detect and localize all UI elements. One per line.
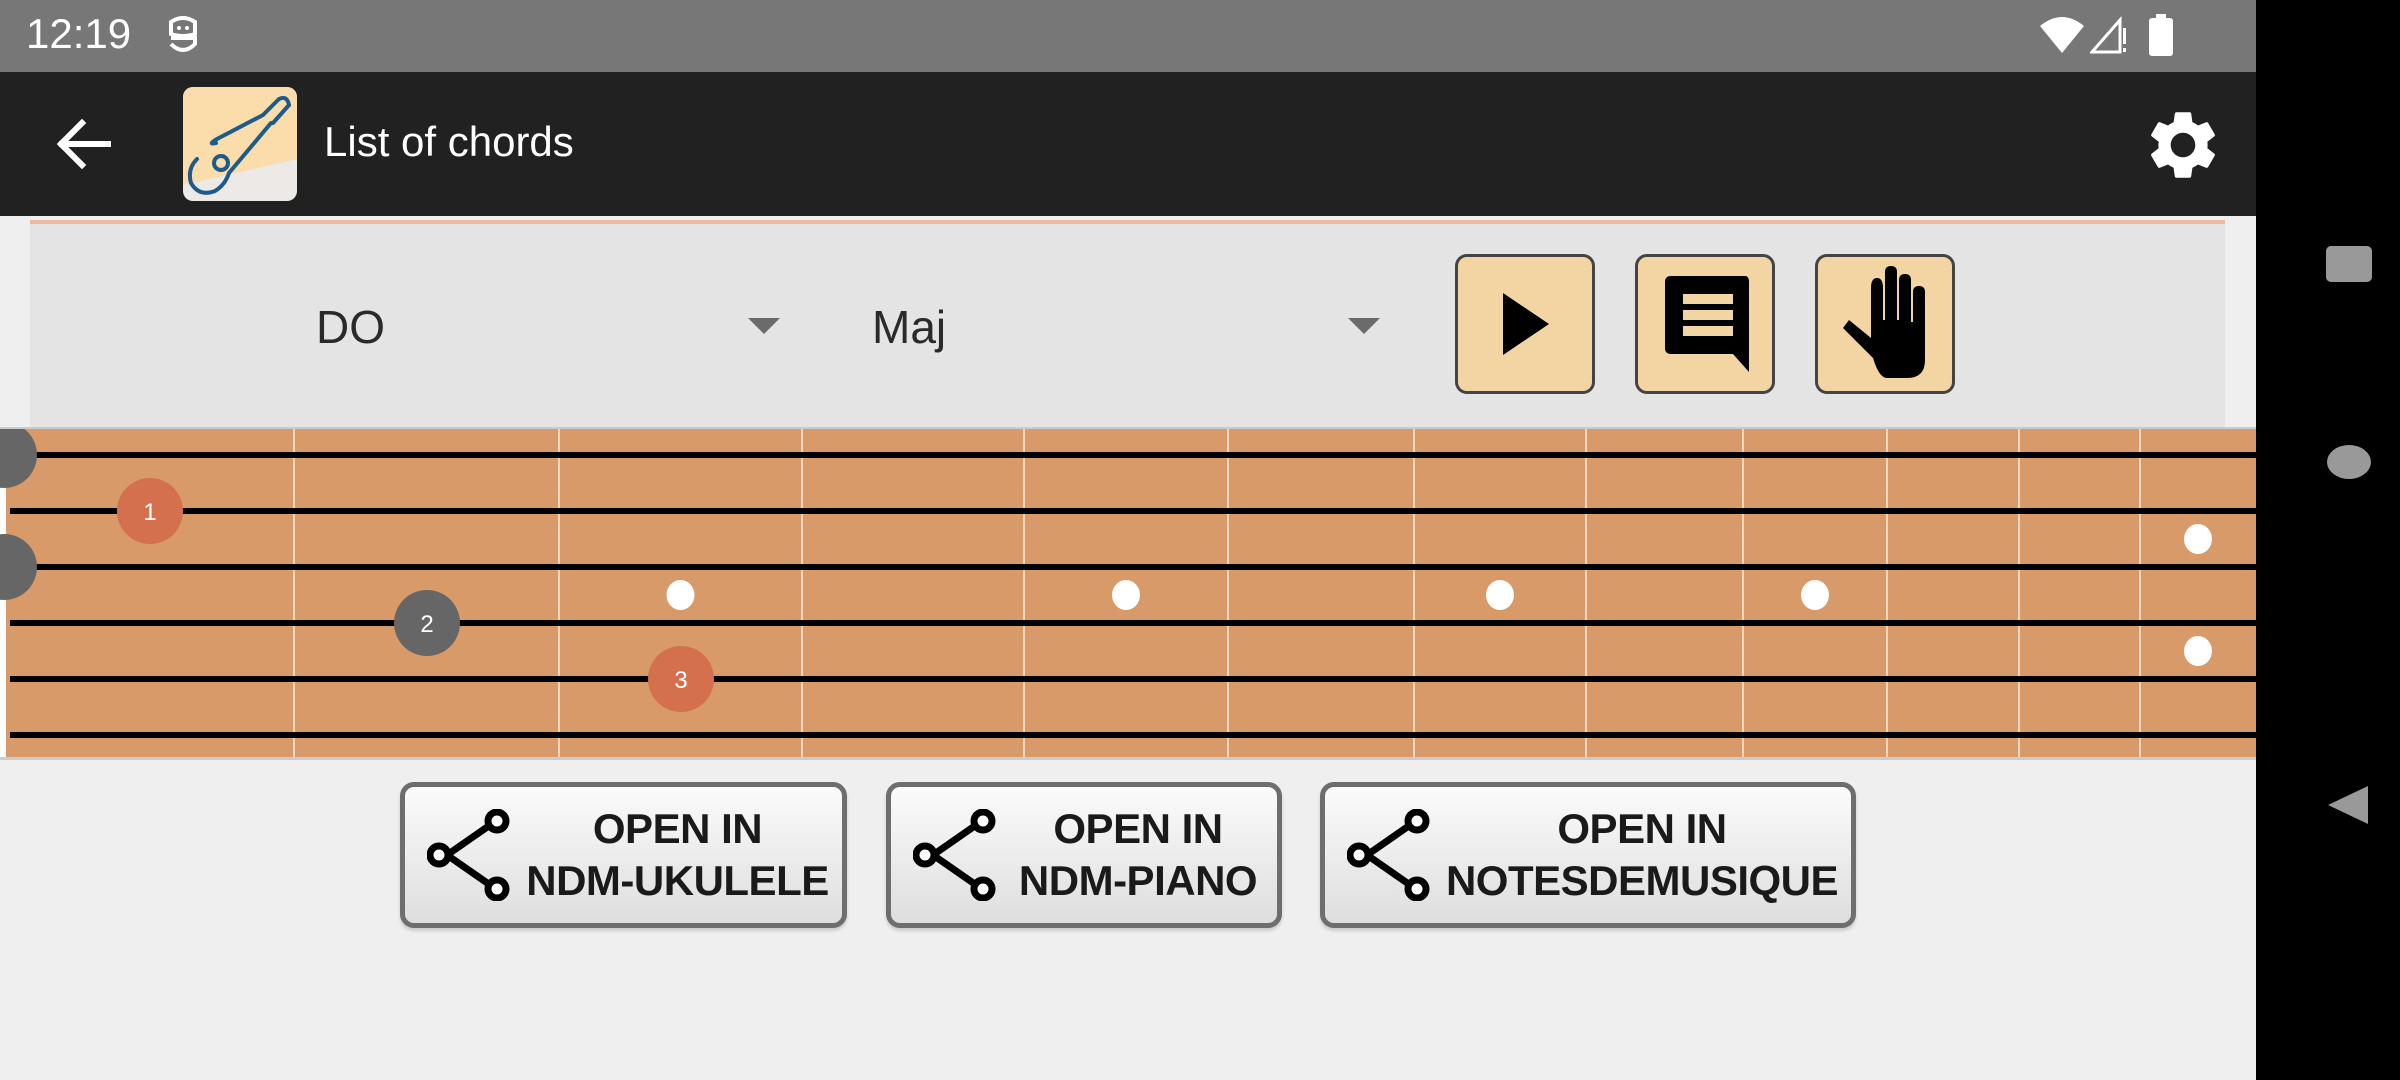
hand-icon	[1843, 266, 1925, 378]
wifi-icon	[2040, 17, 2084, 53]
guitar-string	[10, 676, 2256, 682]
open-string-marker	[0, 429, 37, 488]
fretboard[interactable]: 1 2 3	[0, 427, 2256, 760]
finger-number: 2	[420, 611, 433, 638]
fretboard-diagram: 1 2 3	[0, 429, 2256, 757]
chevron-down-icon	[748, 318, 780, 334]
android-debug-icon	[169, 16, 197, 52]
page-title: List of chords	[324, 118, 574, 165]
chord-type-value: Maj	[872, 301, 947, 353]
circle-icon[interactable]	[2327, 445, 2371, 479]
fret-inlay	[1801, 580, 1829, 610]
fret-inlay	[2184, 636, 2212, 666]
button-label: OPEN IN NDM-UKULELE	[526, 805, 829, 904]
play-icon	[1503, 293, 1549, 355]
fret-inlay	[1486, 580, 1514, 610]
guitar-string	[10, 620, 2256, 626]
chat-message-icon	[1665, 276, 1749, 372]
finger-number: 3	[674, 667, 687, 694]
fret-inlay	[666, 580, 695, 610]
status-bar: 12:19	[0, 0, 2256, 72]
notes-button[interactable]	[1635, 254, 1775, 394]
share-icon	[913, 809, 996, 901]
system-nav-bar	[2256, 0, 2400, 1080]
chord-type-dropdown[interactable]: Maj	[820, 224, 1420, 427]
status-time: 12:19	[26, 10, 132, 57]
button-label: OPEN IN NOTESDEMUSIQUE	[1445, 805, 1839, 904]
triangle-back-icon[interactable]	[2326, 786, 2370, 826]
signal-no-service-icon	[2090, 16, 2126, 54]
fingering-button[interactable]	[1815, 254, 1955, 394]
button-label: OPEN IN NDM-PIANO	[1018, 805, 1258, 904]
fret-inlay	[2184, 524, 2212, 554]
battery-full-icon	[2149, 14, 2173, 56]
root-note-value: DO	[316, 301, 385, 353]
arrow-back-icon[interactable]	[54, 118, 114, 170]
chevron-down-icon	[1348, 318, 1380, 334]
guitar-string	[10, 732, 2256, 738]
app-toolbar: List of chords	[0, 72, 2256, 216]
root-note-dropdown[interactable]: DO	[30, 224, 790, 427]
gear-icon[interactable]	[2142, 104, 2224, 186]
guitar-string	[10, 564, 2256, 570]
guitar-app-icon	[183, 87, 297, 201]
play-button[interactable]	[1455, 254, 1595, 394]
share-icon	[1347, 809, 1430, 901]
open-ndm-piano-button[interactable]: OPEN IN NDM-PIANO	[886, 782, 1282, 928]
open-notesdemusique-button[interactable]: OPEN IN NOTESDEMUSIQUE	[1320, 782, 1856, 928]
open-ndm-ukulele-button[interactable]: OPEN IN NDM-UKULELE	[400, 782, 847, 928]
guitar-string	[10, 452, 2256, 458]
chord-controls-panel: DO Maj	[30, 220, 2225, 427]
square-icon[interactable]	[2326, 246, 2372, 282]
finger-number: 1	[143, 499, 156, 526]
guitar-string	[10, 508, 2256, 514]
fret-inlay	[1112, 580, 1140, 610]
open-string-marker	[0, 534, 37, 600]
share-icon	[427, 809, 510, 901]
